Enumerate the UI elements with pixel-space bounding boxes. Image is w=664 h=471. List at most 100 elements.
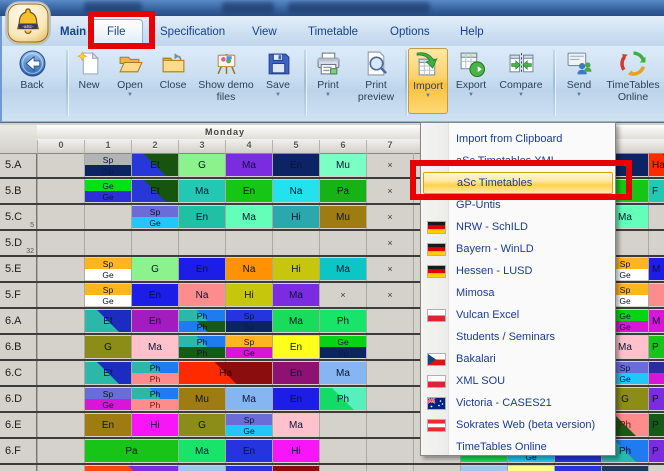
timetable-cell-5-c-p2[interactable]: SpGe: [132, 206, 178, 228]
timetable-cell-5-f-p2[interactable]: En: [132, 284, 178, 306]
timetable-cell-6-f-p3[interactable]: Ma: [179, 440, 225, 462]
timetable-cell-6-d-p1[interactable]: SpGe: [85, 388, 131, 410]
timetable-cell-6-a-p6[interactable]: Ph: [320, 310, 366, 332]
timetable-cell-5-c-p5[interactable]: Hi: [273, 206, 319, 228]
export-button[interactable]: Export▼: [450, 48, 492, 114]
tab-main[interactable]: Main: [54, 20, 92, 44]
row-label-5-f[interactable]: 5.F: [0, 283, 37, 307]
timetable-cell-5-e-p2[interactable]: G: [132, 258, 178, 280]
menu-item-victoria-cases21[interactable]: Victoria - CASES21: [423, 392, 613, 414]
timetable-cell-5-a-p2[interactable]: Et: [132, 154, 178, 176]
timetable-cell-6-a-p4[interactable]: SpSp: [226, 310, 272, 332]
timetable-cell-5-a-p4[interactable]: Ma: [226, 154, 272, 176]
menu-item-nrw-schild[interactable]: NRW - SchILD: [423, 216, 613, 238]
menu-item-sokrates-web-beta-version[interactable]: Sokrates Web (beta version): [423, 414, 613, 436]
row-label-5-a[interactable]: 5.A: [0, 153, 37, 177]
row-label-6-b[interactable]: 6.B: [0, 335, 37, 359]
timetable-cell-5-e-p4[interactable]: Na: [226, 258, 272, 280]
timetable-cell-next-p11[interactable]: [555, 466, 601, 471]
row-label-6-f[interactable]: 6.F: [0, 439, 37, 463]
timetable-cell-5-e-p6[interactable]: Ma: [320, 258, 366, 280]
menu-item-timetables-online[interactable]: TimeTables Online: [423, 436, 613, 458]
timetable-cell-5-b-p5[interactable]: Na: [273, 180, 319, 202]
menu-item-xml-sou[interactable]: XML SOU: [423, 370, 613, 392]
timetable-cell-6-d-p3[interactable]: Mu: [179, 388, 225, 410]
timetable-cell-5-a-p3[interactable]: G: [179, 154, 225, 176]
timetable-cell-6-f-p1[interactable]: Pa: [85, 440, 178, 462]
row-label-5-e[interactable]: 5.E: [0, 257, 37, 281]
timetable-cell-6-a-p2[interactable]: En: [132, 310, 178, 332]
row-label-5-d[interactable]: 5.D32: [0, 231, 37, 255]
timetable-cell-6-c-p3[interactable]: Ha: [179, 362, 272, 384]
new-button[interactable]: New: [70, 48, 108, 114]
tab-options[interactable]: Options: [384, 20, 436, 44]
row-label-6-e[interactable]: 6.E: [0, 413, 37, 437]
timetable-cell-6-b-p13[interactable]: P: [649, 336, 664, 358]
row-label-5-c[interactable]: 5.C5: [0, 205, 37, 229]
timetable-cell-5-f-p3[interactable]: Na: [179, 284, 225, 306]
timetable-cell-6-c-p1[interactable]: Et: [85, 362, 131, 384]
save-button[interactable]: Save▼: [258, 48, 298, 114]
timetable-cell-5-c-p3[interactable]: En: [179, 206, 225, 228]
timetable-cell-next-p4[interactable]: [226, 466, 272, 471]
timetable-cell-5-e-p13[interactable]: M: [649, 258, 664, 280]
menu-item-students-seminars[interactable]: Students / Seminars: [423, 326, 613, 348]
menu-item-bayern-winld[interactable]: Bayern - WinLD: [423, 238, 613, 260]
application-menu-button[interactable]: -aSc-: [5, 1, 51, 45]
tab-timetable[interactable]: Timetable: [302, 20, 364, 44]
timetable-cell-5-c-p4[interactable]: Ma: [226, 206, 272, 228]
row-label-5-b[interactable]: 5.B: [0, 179, 37, 203]
timetable-cell-next-p10[interactable]: [508, 466, 554, 471]
timetable-cell-5-a-p5[interactable]: En: [273, 154, 319, 176]
timetable-cell-6-a-p3[interactable]: PhPh: [179, 310, 225, 332]
timetable-cell-6-e-p4[interactable]: SpGe: [226, 414, 272, 436]
menu-item-bakalari[interactable]: Bakalari: [423, 348, 613, 370]
timetable-cell-6-e-p13[interactable]: P: [649, 414, 664, 436]
timetable-cell-6-a-p1[interactable]: Et: [85, 310, 131, 332]
timetable-cell-5-c-p6[interactable]: Mu: [320, 206, 366, 228]
timetable-cell-next-p3[interactable]: [179, 466, 225, 471]
menu-item-mimosa[interactable]: Mimosa: [423, 282, 613, 304]
timetable-cell-6-b-p4[interactable]: SpGe: [226, 336, 272, 358]
tab-specification[interactable]: Specification: [154, 20, 231, 44]
send-button[interactable]: Send▼: [558, 48, 600, 114]
timetable-cell-5-e-p3[interactable]: En: [179, 258, 225, 280]
tab-view[interactable]: View: [246, 20, 283, 44]
timetable-cell-6-e-p2[interactable]: Hi: [132, 414, 178, 436]
timetable-cell-6-d-p6[interactable]: Ph: [320, 388, 366, 410]
timetable-cell-5-a-p1[interactable]: SpSp: [85, 154, 131, 176]
timetable-cell-5-b-p3[interactable]: Ma: [179, 180, 225, 202]
timetable-cell-next-p9[interactable]: [461, 466, 507, 471]
timetable-cell-6-f-p4[interactable]: En: [226, 440, 272, 462]
timetable-cell-next-p5[interactable]: [273, 466, 319, 471]
close-button[interactable]: Close: [152, 48, 194, 114]
timetable-cell-5-b-p4[interactable]: En: [226, 180, 272, 202]
timetable-cell-5-e-p1[interactable]: SpGe: [85, 258, 131, 280]
timetable-cell-6-c-p5[interactable]: En: [273, 362, 319, 384]
timetable-cell-5-f-p6[interactable]: ×: [320, 284, 366, 306]
timetable-cell-6-e-p1[interactable]: En: [85, 414, 131, 436]
timetable-cell-6-c-p6[interactable]: Ma: [320, 362, 366, 384]
timetable-cell-5-e-p7[interactable]: ×: [367, 258, 413, 280]
timetable-cell-6-e-p5[interactable]: Ma: [273, 414, 319, 436]
menu-item-vulcan-excel[interactable]: Vulcan Excel: [423, 304, 613, 326]
menu-item-hessen-lusd[interactable]: Hessen - LUSD: [423, 260, 613, 282]
timetable-cell-6-b-p3[interactable]: PhPh: [179, 336, 225, 358]
timetable-cell-5-b-p6[interactable]: Pa: [320, 180, 366, 202]
timetable-cell-5-f-p7[interactable]: ×: [367, 284, 413, 306]
compare-button[interactable]: Compare▼: [494, 48, 548, 114]
timetable-cell-6-d-p2[interactable]: PhPh: [132, 388, 178, 410]
timetable-cell-6-b-p2[interactable]: Ma: [132, 336, 178, 358]
timetable-cell-6-b-p1[interactable]: G: [85, 336, 131, 358]
timetable-cell-5-d-p7[interactable]: ×: [367, 232, 413, 254]
row-label-6-c[interactable]: 6.C: [0, 361, 37, 385]
timetable-cell-6-a-p13[interactable]: M: [649, 310, 664, 332]
timetable-cell-5-a-p7[interactable]: ×: [367, 154, 413, 176]
timetable-cell-6-e-p3[interactable]: G: [179, 414, 225, 436]
menu-item-import-from-clipboard[interactable]: Import from Clipboard: [423, 128, 613, 150]
timetable-cell-5-f-p5[interactable]: Ma: [273, 284, 319, 306]
row-label-6-d[interactable]: 6.D: [0, 387, 37, 411]
timetables-online-button[interactable]: TimeTables Online: [602, 48, 664, 114]
show-demo-files-button[interactable]: Show demo files: [196, 48, 256, 114]
import-button[interactable]: Import▼: [408, 48, 448, 114]
